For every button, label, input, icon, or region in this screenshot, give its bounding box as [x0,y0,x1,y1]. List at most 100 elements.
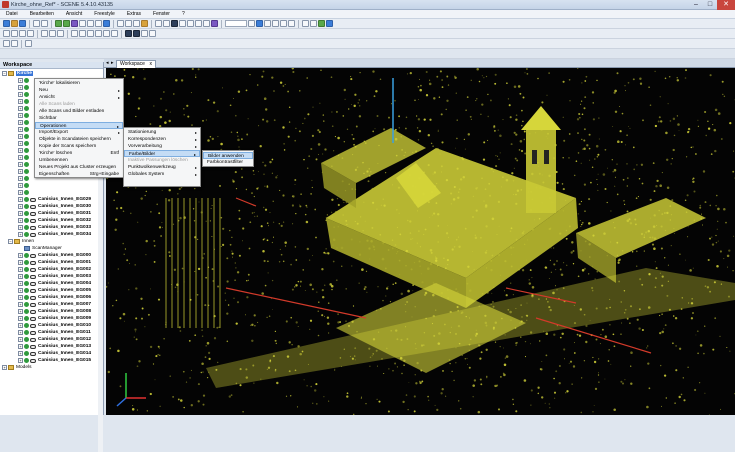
detail-icon[interactable] [288,20,295,27]
tree-row-scan[interactable]: + Canisius_Innen_EG034 [0,231,104,238]
scan-icon[interactable] [55,20,62,27]
layer-icon[interactable] [256,20,263,27]
expand-icon[interactable]: + [18,330,23,335]
filter-icon[interactable] [248,20,255,27]
submenu-operationen-item[interactable]: Punktwolkenwerkzeug ▸ [124,164,200,171]
context-menu-item[interactable]: Alle Scans und Bilder entladen [35,108,123,115]
tree-root-kirche[interactable]: − Kirche [0,70,104,77]
tree-row-scan[interactable]: + Canisius_Innen_EG012 [0,336,104,343]
point-icon[interactable] [179,20,186,27]
section-icon[interactable] [103,30,110,37]
profile-icon[interactable] [111,30,118,37]
project-icon[interactable] [25,40,32,47]
expand-icon[interactable]: + [18,78,23,83]
circle-icon[interactable] [195,20,202,27]
expand-icon[interactable]: + [2,365,7,370]
submenu-operationen-item[interactable]: Stationierung ▸ [124,129,200,136]
expand-icon[interactable]: + [18,99,23,104]
plane-icon[interactable] [155,20,162,27]
expand-icon[interactable]: + [18,141,23,146]
expand-icon[interactable]: + [18,358,23,363]
clip-icon[interactable] [171,20,178,27]
tree-row-scan[interactable]: + Canisius_Innen_EG004 [0,280,104,287]
angle-icon[interactable] [79,30,86,37]
expand-icon[interactable]: + [18,267,23,272]
expand-icon[interactable]: + [18,127,23,132]
tree-row-scan[interactable]: + Canisius_Innen_EG031 [0,210,104,217]
expand-icon[interactable]: + [18,309,23,314]
measure-icon[interactable] [79,20,86,27]
expand-icon[interactable]: + [18,155,23,160]
menu-fenster[interactable]: Fenster [147,11,176,17]
tree-row-scan[interactable]: + Canisius_Innen_EG030 [0,203,104,210]
tab-scroll-right-icon[interactable]: ▸ [111,60,114,66]
tree-row-models[interactable]: + Models [0,364,104,371]
tree-row-scan[interactable]: + Canisius_Innen_EG003 [0,273,104,280]
submenu-farbe-item[interactable]: Bilder anwenden [203,152,253,159]
box-icon[interactable] [163,20,170,27]
expand-icon[interactable]: + [18,281,23,286]
tree-row-scan[interactable]: + Canisius_Innen_EG002 [0,266,104,273]
new-icon[interactable] [3,20,10,27]
expand-icon[interactable]: + [18,302,23,307]
expand-icon[interactable]: + [18,211,23,216]
expand-icon[interactable]: + [18,316,23,321]
context-menu-item[interactable]: Import/Export ▸ [35,129,123,136]
view-icon[interactable] [103,20,110,27]
tree-row-scan[interactable]: + Canisius_Innen_EG032 [0,217,104,224]
context-menu-item[interactable]: Umbenennen [35,157,123,164]
open-icon[interactable] [11,20,18,27]
menu-help[interactable]: ? [176,11,191,17]
expand-icon[interactable]: + [18,274,23,279]
grid-icon[interactable] [87,20,94,27]
flag-icon[interactable] [310,20,317,27]
tree-row-scan[interactable]: + Canisius_Innen_EG010 [0,322,104,329]
expand-icon[interactable]: + [18,344,23,349]
expand-icon[interactable]: + [18,148,23,153]
expand-icon[interactable]: + [18,176,23,181]
submenu-operationen-item[interactable]: Korrespondenzen ▸ [124,136,200,143]
snap-icon[interactable] [302,20,309,27]
collapse-icon[interactable]: − [2,71,7,76]
mode-select[interactable] [225,20,247,27]
view-iso-icon[interactable] [149,30,156,37]
tree-row-scan[interactable]: + Canisius_Innen_EG000 [0,252,104,259]
context-menu-item[interactable]: Alle Scans laden [35,101,123,108]
menu-ansicht[interactable]: Ansicht [60,11,88,17]
expand-icon[interactable]: + [18,106,23,111]
expand-icon[interactable]: + [18,92,23,97]
context-menu-item[interactable]: Eigenschaften Strg+Eingabe [35,171,123,178]
context-menu-item[interactable]: Neues Projekt aus Cluster erzeugen [35,164,123,171]
menu-bearbeiten[interactable]: Bearbeiten [24,11,60,17]
minimize-button[interactable]: – [689,0,703,10]
expand-icon[interactable]: + [18,169,23,174]
view-top-icon[interactable] [125,30,132,37]
tree-row-scan[interactable]: + Canisius_Innen_EG033 [0,224,104,231]
color-icon[interactable] [71,20,78,27]
expand-icon[interactable]: + [18,225,23,230]
context-menu-item[interactable]: Operationen ▸ [35,122,123,129]
sphere-icon[interactable] [203,20,210,27]
close-button[interactable]: ✕ [717,0,735,10]
context-menu-item[interactable]: 'Kirche' löschen Entf [35,150,123,157]
tree-row-scan[interactable]: + Canisius_Innen_EG001 [0,259,104,266]
save-icon[interactable] [19,20,26,27]
line-icon[interactable] [187,20,194,27]
tree-row-scan[interactable]: + Canisius_Innen_EG009 [0,315,104,322]
tree-row-scan[interactable]: + Canisius_Innen_EG008 [0,308,104,315]
context-menu-item[interactable]: Neu ▸ [35,87,123,94]
expand-icon[interactable]: + [18,260,23,265]
expand-icon[interactable]: + [18,295,23,300]
tree-row-hidden[interactable]: + [0,182,104,189]
point-cloud-viewport[interactable] [106,68,735,415]
delete-icon[interactable] [41,30,48,37]
table-icon[interactable] [264,20,271,27]
expand-icon[interactable]: + [18,288,23,293]
poly-select-icon[interactable] [19,30,26,37]
expand-icon[interactable]: + [18,232,23,237]
info-icon[interactable] [326,20,333,27]
tab-scroll-left-icon[interactable]: ◂ [106,60,109,66]
expand-icon[interactable]: + [18,204,23,209]
invert-icon[interactable] [49,30,56,37]
context-menu-item[interactable]: Kopie der Scans speichern [35,143,123,150]
